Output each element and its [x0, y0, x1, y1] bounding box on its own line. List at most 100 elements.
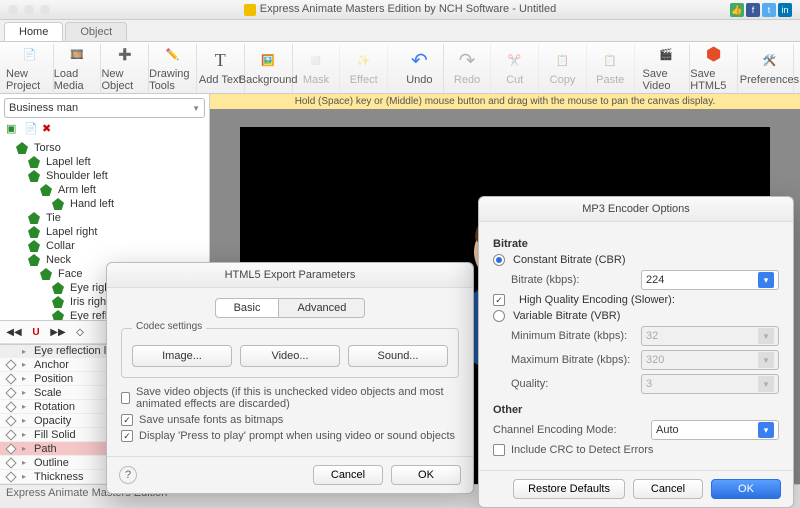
paste-button[interactable]: 📋Paste	[587, 44, 635, 92]
leaf-icon	[52, 282, 64, 294]
save-video-button[interactable]: 🎬Save Video	[643, 44, 691, 92]
mp3-cancel-button[interactable]: Cancel	[633, 479, 703, 499]
html5-cancel-button[interactable]: Cancel	[313, 465, 383, 485]
channel-mode-select[interactable]: Auto▾	[651, 420, 779, 440]
keyframe-icon[interactable]	[5, 373, 16, 384]
ribbon-tabbar: Home Object	[0, 20, 800, 42]
background-icon: 🖼️	[257, 50, 279, 72]
keyframe-icon[interactable]	[5, 443, 16, 454]
social-links[interactable]: 👍 f t in	[730, 3, 792, 17]
tab-object[interactable]: Object	[65, 22, 127, 41]
vbr-radio[interactable]	[493, 310, 505, 322]
cut-button[interactable]: ✂️Cut	[491, 44, 539, 92]
tree-item[interactable]: Arm left	[40, 183, 205, 197]
tree-item-label: Tie	[46, 212, 61, 224]
twitter-icon[interactable]: t	[762, 3, 776, 17]
copy-button[interactable]: 📋Copy	[539, 44, 587, 92]
keyframe-icon[interactable]	[5, 415, 16, 426]
leaf-icon	[28, 226, 40, 238]
project-name: Business man	[9, 102, 78, 114]
tab-home[interactable]: Home	[4, 22, 63, 41]
keyframe-icon[interactable]	[5, 387, 16, 398]
load-media-icon: 🎞️	[66, 44, 88, 66]
tree-item[interactable]: Collar	[28, 239, 205, 253]
project-selector[interactable]: Business man ▼	[4, 98, 205, 118]
linkedin-icon[interactable]: in	[778, 3, 792, 17]
mp3-ok-button[interactable]: OK	[711, 479, 781, 499]
leaf-icon	[52, 296, 64, 308]
leaf-icon	[28, 240, 40, 252]
tree-item-label: Collar	[46, 240, 75, 252]
keyframe-icon[interactable]	[5, 457, 16, 468]
add-text-icon: T	[209, 50, 231, 72]
background-button[interactable]: 🖼️Background	[245, 44, 293, 92]
help-icon[interactable]: ?	[119, 466, 137, 484]
include-crc-checkbox[interactable]: Include CRC to Detect Errors	[493, 444, 779, 456]
mask-button[interactable]: ◻️Mask	[293, 44, 341, 92]
copy-icon: 📋	[552, 50, 574, 72]
restore-defaults-button[interactable]: Restore Defaults	[513, 479, 625, 499]
keyframe-icon[interactable]	[5, 401, 16, 412]
tree-item[interactable]: Torso	[16, 141, 205, 155]
new-object-button[interactable]: ➕New Object	[101, 44, 149, 92]
tree-copy-icon[interactable]: 📄	[24, 122, 38, 136]
tree-toolbar: ▣ 📄 ✖	[0, 122, 209, 139]
html5-ok-button[interactable]: OK	[391, 465, 461, 485]
undo-button[interactable]: ↶Undo	[396, 44, 444, 92]
html5-export-dialog: HTML5 Export Parameters Basic Advanced C…	[106, 262, 474, 494]
save-html5-button[interactable]: ⬢Save HTML5	[690, 44, 738, 92]
add-key-icon[interactable]: ◇	[72, 324, 88, 340]
tree-delete-icon[interactable]: ✖	[42, 122, 56, 136]
quality-select: 3▾	[641, 374, 779, 394]
save-video-objects-checkbox[interactable]: Save video objects (if this is unchecked…	[121, 386, 459, 410]
min-bitrate-select: 32▾	[641, 326, 779, 346]
leaf-icon	[28, 212, 40, 224]
effect-icon: ✨	[353, 50, 375, 72]
tree-item[interactable]: Shoulder left	[28, 169, 205, 183]
prev-key-icon[interactable]: ◀◀	[6, 324, 22, 340]
new-project-button[interactable]: 📄New Project	[6, 44, 54, 92]
keyframe-icon[interactable]	[5, 471, 16, 482]
preferences-button[interactable]: 🛠️Preferences	[746, 44, 794, 92]
codec-image-button[interactable]: Image...	[132, 345, 232, 367]
codec-video-button[interactable]: Video...	[240, 345, 340, 367]
leaf-icon	[28, 170, 40, 182]
cbr-radio[interactable]	[493, 254, 505, 266]
mask-icon: ◻️	[305, 50, 327, 72]
press-to-play-checkbox[interactable]: ✓Display 'Press to play' prompt when usi…	[121, 430, 459, 442]
tree-collapse-icon[interactable]: ▣	[6, 122, 20, 136]
redo-button[interactable]: ↷Redo	[444, 44, 492, 92]
tab-basic[interactable]: Basic	[215, 298, 279, 318]
keyframe-icon[interactable]	[5, 429, 16, 440]
keyframe-icon[interactable]	[5, 359, 16, 370]
tree-item[interactable]: Lapel right	[28, 225, 205, 239]
load-media-button[interactable]: 🎞️Load Media	[54, 44, 102, 92]
tree-item-label: Hand left	[70, 198, 114, 210]
facebook-icon[interactable]: f	[746, 3, 760, 17]
add-text-button[interactable]: TAdd Text	[197, 44, 245, 92]
leaf-icon	[52, 198, 64, 210]
bitrate-select[interactable]: 224▾	[641, 270, 779, 290]
tree-item-label: Arm left	[58, 184, 96, 196]
tree-item[interactable]: Lapel left	[28, 155, 205, 169]
magnet-icon[interactable]: U	[28, 324, 44, 340]
chevron-down-icon: ▼	[192, 104, 200, 113]
next-key-icon[interactable]: ▶▶	[50, 324, 66, 340]
leaf-icon	[40, 268, 52, 280]
main-toolbar: 📄New Project 🎞️Load Media ➕New Object ✏️…	[0, 42, 800, 94]
mac-traffic-lights[interactable]	[8, 5, 50, 15]
codec-settings-group: Codec settings Image... Video... Sound..…	[121, 328, 459, 378]
thumb-icon[interactable]: 👍	[730, 3, 744, 17]
export-tabs: Basic Advanced	[121, 298, 459, 318]
hq-encoding-checkbox[interactable]: ✓	[493, 294, 505, 306]
drawing-tools-button[interactable]: ✏️Drawing Tools	[149, 44, 197, 92]
effect-button[interactable]: ✨Effect	[340, 44, 388, 92]
paste-icon: 📋	[599, 50, 621, 72]
tree-item[interactable]: Hand left	[52, 197, 205, 211]
window-title: Express Animate Masters Edition by NCH S…	[260, 3, 557, 15]
tree-item[interactable]: Tie	[28, 211, 205, 225]
other-section: Other	[493, 404, 779, 416]
codec-sound-button[interactable]: Sound...	[348, 345, 448, 367]
tab-advanced[interactable]: Advanced	[278, 298, 365, 318]
save-unsafe-fonts-checkbox[interactable]: ✓Save unsafe fonts as bitmaps	[121, 414, 459, 426]
